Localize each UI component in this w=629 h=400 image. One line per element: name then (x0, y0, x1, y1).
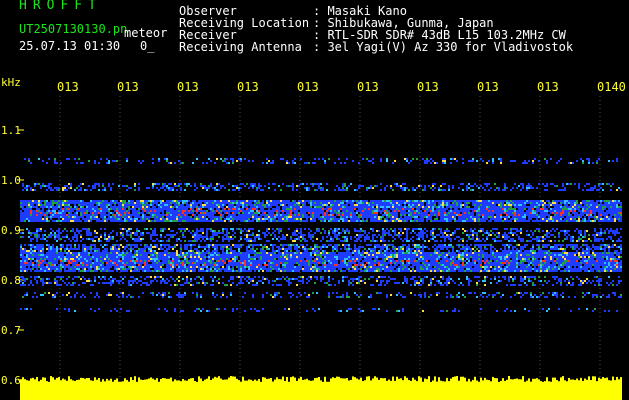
x-tick: 013 (357, 80, 379, 94)
y-tick: 0.6 (1, 374, 21, 387)
x-tick: 013 (537, 80, 559, 94)
y-tick: 1.0 (1, 174, 21, 187)
antenna-row: Receiving Antenna : 3el Yagi(V) Az 330 fo… (179, 41, 573, 53)
datetime-label: 25.07.13 01:30 (19, 39, 121, 53)
signal-bands (20, 158, 622, 312)
y-axis-unit: kHz (1, 76, 21, 89)
mode-label: meteor (124, 26, 168, 40)
x-tick: 0140 (597, 80, 626, 94)
y-tick: 0.8 (1, 274, 21, 287)
y-tick: 0.7 (1, 324, 21, 337)
antenna-key: Receiving Antenna (179, 40, 302, 54)
audio-level-bar (20, 376, 622, 400)
x-tick: 013 (177, 80, 199, 94)
y-tick: 1.1 (1, 124, 21, 137)
file-name: UT2507130130.pn (19, 22, 128, 36)
spectrogram-display (18, 96, 622, 400)
x-tick: 013 (477, 80, 499, 94)
x-tick: 013 (57, 80, 79, 94)
x-tick: 013 (297, 80, 319, 94)
x-tick: 013 (417, 80, 439, 94)
x-tick: 013 (237, 80, 259, 94)
status-text: 0_ (140, 39, 155, 53)
antenna-value: : 3el Yagi(V) Az 330 for Vladivostok (313, 40, 574, 54)
x-tick: 013 (117, 80, 139, 94)
y-tick: 0.9 (1, 224, 21, 237)
app-title: HROFFT (19, 0, 102, 13)
